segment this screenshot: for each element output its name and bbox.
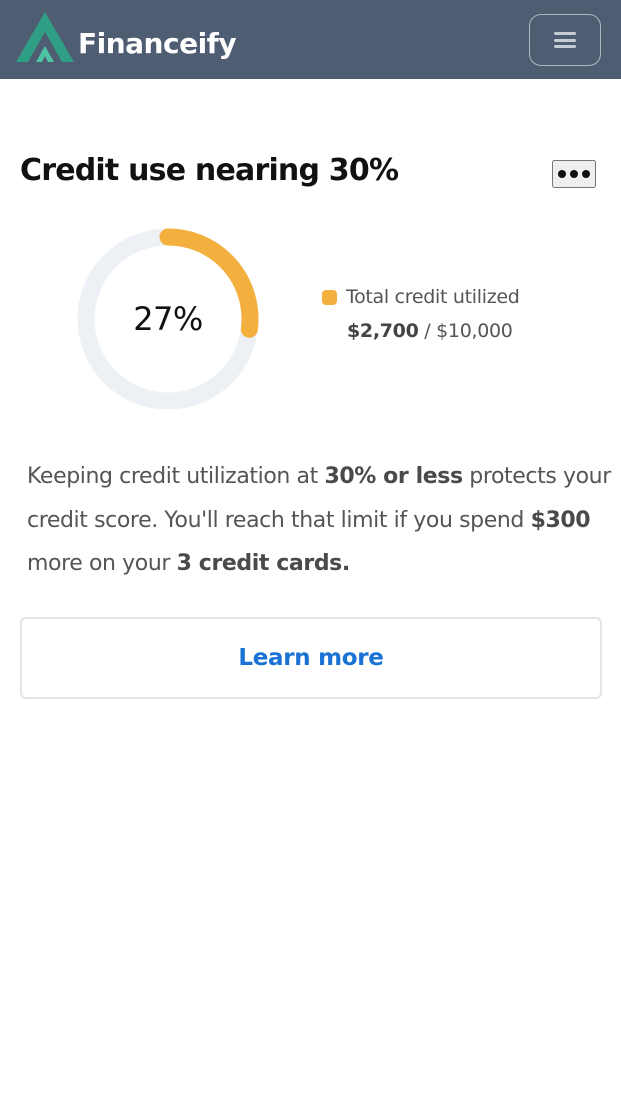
ellipsis-icon <box>558 170 566 178</box>
credit-limit-amount: $10,000 <box>436 320 513 342</box>
chart-legend: Total credit utilized $2,700 / $10,000 <box>322 286 520 342</box>
menu-button[interactable] <box>529 14 601 66</box>
remaining-amount: $300 <box>530 507 591 533</box>
legend-label: Total credit utilized <box>346 286 520 308</box>
card-count: 3 credit cards. <box>176 551 351 576</box>
more-options-button[interactable] <box>552 160 596 188</box>
utilization-description: Keeping credit utilization at 30% or les… <box>27 464 611 576</box>
hamburger-menu-icon <box>554 32 576 48</box>
top-navigation-bar: Financeify <box>0 0 621 79</box>
learn-more-button[interactable]: Learn more <box>20 617 602 699</box>
card-title: Credit use nearing 30% <box>20 153 399 188</box>
legend-amount: $2,700 / $10,000 <box>347 320 520 342</box>
credit-used-amount: $2,700 <box>347 320 419 342</box>
legend-swatch <box>322 289 337 305</box>
amount-separator: / <box>418 320 437 342</box>
utilization-percent: 27% <box>133 300 203 338</box>
financeify-logo-icon[interactable] <box>16 10 74 64</box>
threshold-emphasis: 30% or less <box>324 464 463 489</box>
brand-name[interactable]: Financeify <box>78 30 237 58</box>
